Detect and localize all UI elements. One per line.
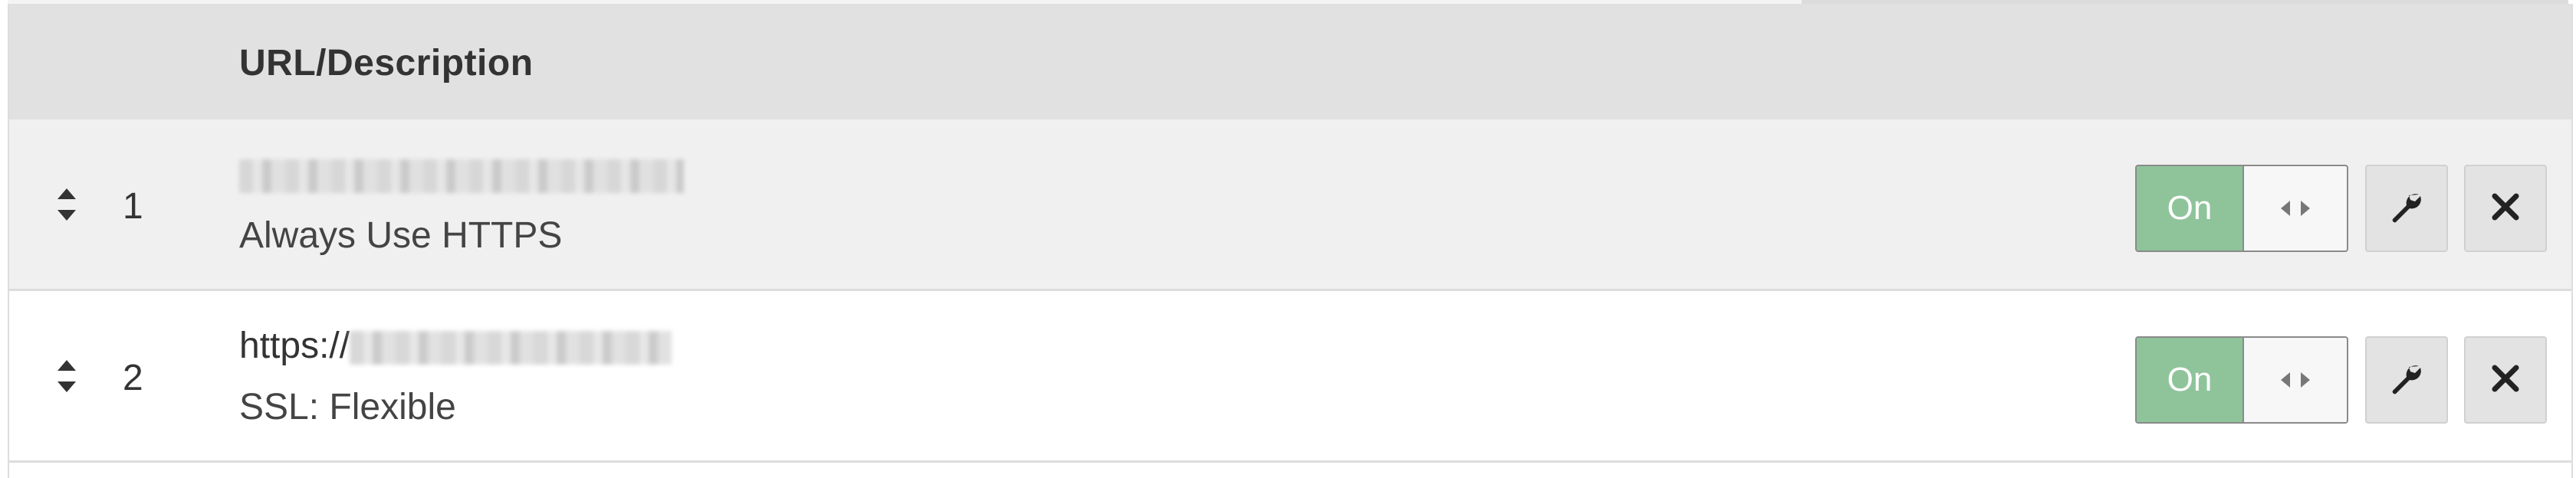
- left-right-arrows-icon: [2244, 338, 2347, 422]
- url-prefix: https://: [239, 326, 350, 366]
- wrench-icon: [2388, 360, 2425, 401]
- delete-rule-button[interactable]: [2464, 165, 2547, 252]
- table-row: 1 Always Use HTTPS On: [9, 120, 2571, 291]
- table-header: URL/Description: [9, 4, 2571, 120]
- redacted-url: [239, 159, 684, 194]
- rule-description: SSL: Flexible: [239, 387, 456, 427]
- sort-arrows-icon[interactable]: [55, 184, 78, 225]
- page-rules-table: URL/Description 1 Always Use HTTPS On 2 …: [8, 4, 2573, 478]
- toggle-on-label: On: [2137, 338, 2244, 422]
- edit-rule-button[interactable]: [2365, 336, 2448, 424]
- row-number: 1: [123, 186, 143, 227]
- rule-url: https://: [239, 325, 672, 368]
- sort-arrows-icon[interactable]: [55, 355, 78, 397]
- delete-rule-button[interactable]: [2464, 336, 2547, 424]
- left-right-arrows-icon: [2244, 166, 2347, 250]
- wrench-icon: [2388, 188, 2425, 229]
- rule-toggle[interactable]: On: [2135, 336, 2348, 424]
- table-row: 2 https:// SSL: Flexible On: [9, 291, 2571, 463]
- close-icon: [2489, 190, 2522, 228]
- close-icon: [2489, 362, 2522, 399]
- toggle-on-label: On: [2137, 166, 2244, 250]
- row-number: 2: [123, 358, 143, 398]
- edit-rule-button[interactable]: [2365, 165, 2448, 252]
- rule-description: Always Use HTTPS: [239, 215, 563, 256]
- rule-toggle[interactable]: On: [2135, 165, 2348, 252]
- redacted-url: [350, 331, 672, 365]
- column-header-url-description: URL/Description: [239, 43, 534, 83]
- rule-url: [239, 153, 684, 196]
